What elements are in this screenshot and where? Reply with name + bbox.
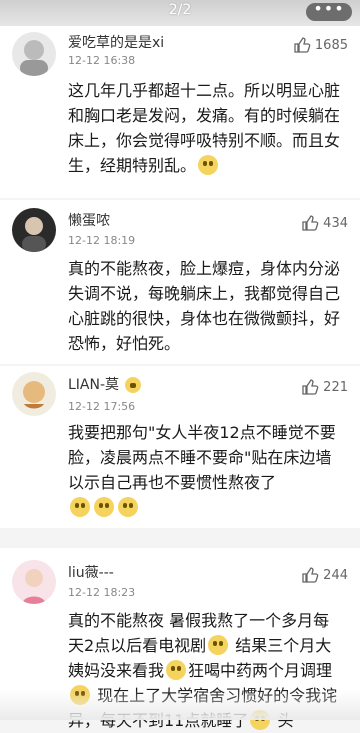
comment-time: 12-12 16:38	[68, 54, 136, 67]
like-button[interactable]: 244	[301, 566, 348, 584]
like-count: 1685	[314, 37, 348, 53]
thumbs-up-icon	[302, 215, 319, 231]
avatar-image	[12, 372, 56, 416]
comment-username-text: LIAN-莫	[68, 377, 120, 393]
avatar[interactable]	[12, 208, 56, 252]
comment-username[interactable]: liu薇---	[68, 562, 114, 582]
like-button[interactable]: 434	[301, 214, 348, 232]
thumbs-up-icon	[302, 379, 319, 395]
comment-time: 12-12 18:23	[68, 586, 136, 599]
bottom-fade	[0, 690, 360, 720]
emoji-icon	[166, 660, 187, 680]
comment-item: 爱吃草的是是xi 12-12 16:38 1685 这几年几乎都超十二点。所以明…	[0, 26, 360, 198]
like-button[interactable]: 221	[301, 378, 348, 396]
emoji-icon	[198, 155, 219, 175]
emoji-icon	[125, 377, 142, 393]
comment-text: 这几年几乎都超十二点。所以明显心脏和胸口老是发闷，发痛。有的时候躺在床上，你会觉…	[68, 78, 342, 178]
comment-item: LIAN-莫 12-12 17:56 221 我要把那句"女人半夜12点不睡觉不…	[0, 366, 360, 528]
emoji-icon	[94, 497, 114, 517]
comment-text: 真的不能熬夜，脸上爆痘，身体内分泌失调不说，每晚躺床上，我都觉得自己心脏跳的很快…	[68, 259, 341, 353]
emoji-icon	[70, 497, 90, 517]
more-options-button[interactable]: •••	[306, 1, 352, 21]
thumbs-up-icon	[302, 567, 319, 583]
emoji-icon	[208, 635, 229, 655]
like-button[interactable]: 1685	[293, 36, 348, 54]
avatar-image	[12, 560, 56, 604]
emoji-icon	[118, 497, 138, 517]
comment-username[interactable]: LIAN-莫	[68, 374, 143, 394]
avatar[interactable]	[12, 32, 56, 76]
avatar[interactable]	[12, 372, 56, 416]
like-count: 244	[323, 567, 348, 583]
avatar-image	[12, 32, 56, 76]
top-bar: 2/2 •••	[0, 0, 360, 26]
comment-username[interactable]: 懒蛋哝	[68, 210, 110, 230]
comment-time: 12-12 18:19	[68, 234, 136, 247]
comment-item: 懒蛋哝 12-12 18:19 434 真的不能熬夜，脸上爆痘，身体内分泌失调不…	[0, 200, 360, 364]
comment-text-content: 我要把那句"女人半夜12点不睡觉不要脸，凌晨两点不睡不要命"贴在床边墙以示自己再…	[68, 423, 336, 492]
comment-text: 我要把那句"女人半夜12点不睡觉不要脸，凌晨两点不睡不要命"贴在床边墙以示自己再…	[68, 420, 342, 520]
avatar-image	[12, 208, 56, 252]
thumbs-up-icon	[294, 37, 311, 53]
comment-text-part: 狂喝中药两个月调理	[188, 661, 333, 680]
comment-time: 12-12 17:56	[68, 400, 136, 413]
like-count: 434	[323, 215, 348, 231]
avatar[interactable]	[12, 560, 56, 604]
comment-username[interactable]: 爱吃草的是是xi	[68, 32, 164, 52]
like-count: 221	[323, 379, 348, 395]
